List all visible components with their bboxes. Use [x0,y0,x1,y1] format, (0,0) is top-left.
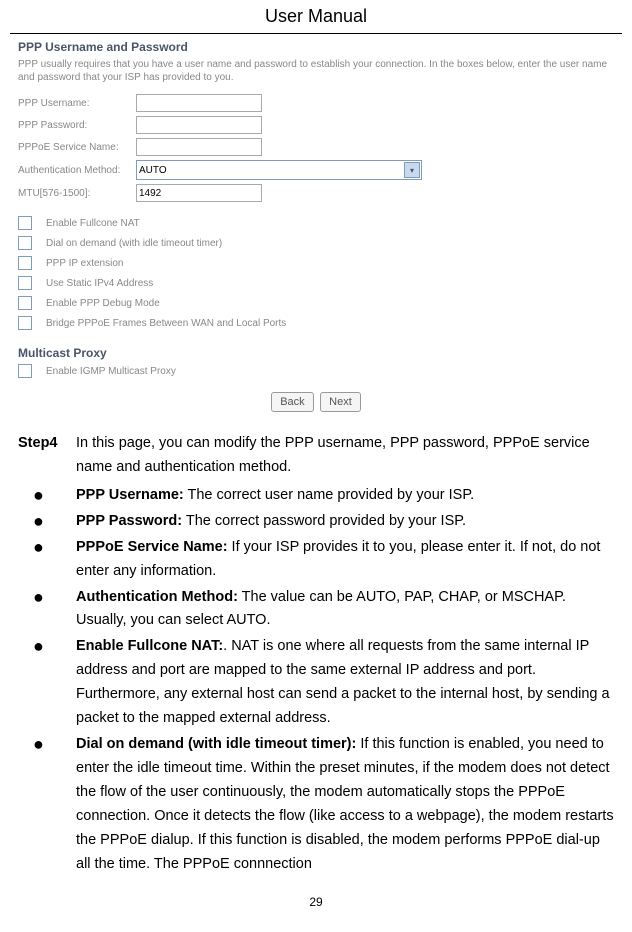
bullet-row: ● PPPoE Service Name: If your ISP provid… [18,536,614,584]
step-text: In this page, you can modify the PPP use… [76,432,614,480]
back-button[interactable]: Back [271,392,313,412]
service-input[interactable] [136,138,262,156]
checkbox-label: Enable PPP Debug Mode [46,298,160,309]
manual-content: Step4 In this page, you can modify the P… [0,422,632,889]
section-desc-ppp: PPP usually requires that you have a use… [18,58,614,84]
username-input[interactable] [136,94,262,112]
step-row: Step4 In this page, you can modify the P… [18,432,614,480]
checkbox-igmp[interactable] [18,364,32,378]
bullet-icon: ● [18,635,76,731]
bullet-text: PPPoE Service Name: If your ISP provides… [76,536,614,584]
next-button[interactable]: Next [320,392,361,412]
checkbox-fullcone[interactable] [18,216,32,230]
section-title-ppp: PPP Username and Password [18,40,614,54]
bullet-text: Dial on demand (with idle timeout timer)… [76,733,614,877]
bullet-row: ● Dial on demand (with idle timeout time… [18,733,614,877]
bullet-text: PPP Password: The correct password provi… [76,510,614,534]
checkbox-row-static: Use Static IPv4 Address [18,276,614,290]
bullet-row: ● PPP Username: The correct user name pr… [18,484,614,508]
auth-select[interactable] [136,160,422,180]
bullet-text: Authentication Method: The value can be … [76,586,614,634]
bullet-row: ● Enable Fullcone NAT:. NAT is one where… [18,635,614,731]
checkbox-row-ipext: PPP IP extension [18,256,614,270]
password-input[interactable] [136,116,262,134]
bullet-row: ● Authentication Method: The value can b… [18,586,614,634]
password-label: PPP Password: [18,120,136,131]
checkbox-static[interactable] [18,276,32,290]
checkbox-label: Dial on demand (with idle timeout timer) [46,238,222,249]
mtu-label: MTU[576-1500]: [18,188,136,199]
checkbox-label: Enable IGMP Multicast Proxy [46,366,176,377]
checkbox-row-bridge: Bridge PPPoE Frames Between WAN and Loca… [18,316,614,330]
checkbox-dial[interactable] [18,236,32,250]
username-label: PPP Username: [18,98,136,109]
form-row-service: PPPoE Service Name: [18,138,614,156]
checkbox-row-debug: Enable PPP Debug Mode [18,296,614,310]
button-row: Back Next [18,392,614,412]
checkbox-debug[interactable] [18,296,32,310]
checkbox-label: Bridge PPPoE Frames Between WAN and Loca… [46,318,286,329]
form-row-auth: Authentication Method: ▾ [18,160,614,180]
checkbox-ipext[interactable] [18,256,32,270]
bullet-row: ● PPP Password: The correct password pro… [18,510,614,534]
checkbox-label: Use Static IPv4 Address [46,278,153,289]
checkbox-row-igmp: Enable IGMP Multicast Proxy [18,364,614,378]
checkbox-row-dial: Dial on demand (with idle timeout timer) [18,236,614,250]
chevron-down-icon[interactable]: ▾ [404,162,420,178]
bullet-icon: ● [18,536,76,584]
checkbox-bridge[interactable] [18,316,32,330]
router-config-panel: PPP Username and Password PPP usually re… [18,40,614,412]
form-row-mtu: MTU[576-1500]: [18,184,614,202]
bullet-icon: ● [18,733,76,877]
section-title-multicast: Multicast Proxy [18,346,614,360]
page-number: 29 [0,889,632,921]
form-row-username: PPP Username: [18,94,614,112]
step-label: Step4 [18,432,76,480]
page-header: User Manual [10,0,622,34]
bullet-text: Enable Fullcone NAT:. NAT is one where a… [76,635,614,731]
checkbox-row-fullcone: Enable Fullcone NAT [18,216,614,230]
bullet-icon: ● [18,586,76,634]
checkbox-label: Enable Fullcone NAT [46,218,140,229]
form-row-password: PPP Password: [18,116,614,134]
bullet-icon: ● [18,484,76,508]
checkbox-label: PPP IP extension [46,258,123,269]
mtu-input[interactable] [136,184,262,202]
bullet-text: PPP Username: The correct user name prov… [76,484,614,508]
auth-label: Authentication Method: [18,165,136,176]
service-label: PPPoE Service Name: [18,142,136,153]
bullet-icon: ● [18,510,76,534]
